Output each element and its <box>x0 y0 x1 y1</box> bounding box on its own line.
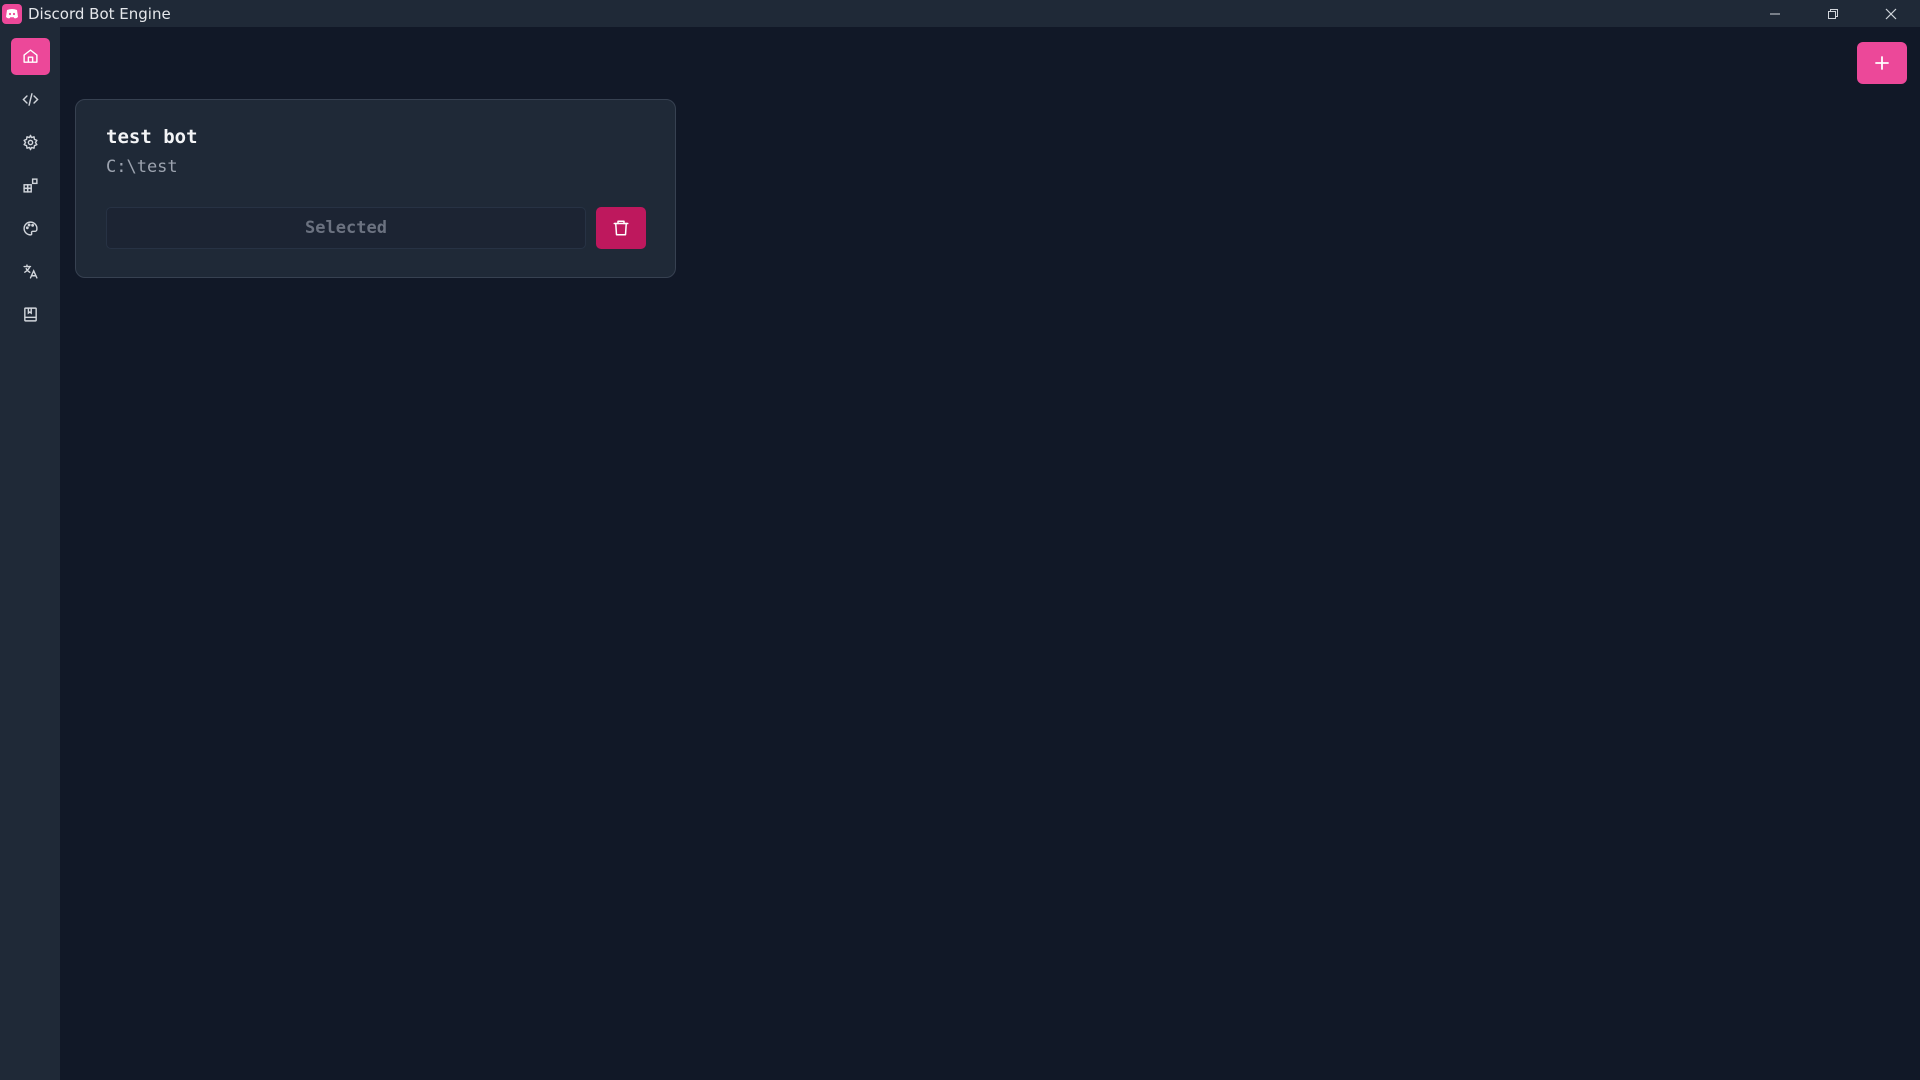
sidebar-item-language[interactable] <box>11 253 50 290</box>
restore-icon[interactable] <box>1804 0 1862 27</box>
code-icon <box>21 93 39 106</box>
discord-icon <box>2 3 22 24</box>
gear-icon <box>22 134 38 151</box>
add-bot-button[interactable] <box>1857 42 1907 84</box>
sidebar-item-home[interactable] <box>10 38 50 75</box>
trash-icon <box>613 220 629 236</box>
sidebar-item-extensions[interactable] <box>11 167 50 204</box>
window-title: Discord Bot Engine <box>28 4 171 23</box>
sidebar-item-theme[interactable] <box>11 210 50 247</box>
delete-bot-button[interactable] <box>596 207 646 249</box>
window-controls <box>1746 0 1920 27</box>
translate-icon <box>22 264 38 279</box>
sidebar <box>0 27 60 1080</box>
bot-path: C:\test <box>106 157 178 177</box>
palette-icon <box>22 221 38 236</box>
bot-name: test bot <box>106 126 198 148</box>
select-bot-button[interactable]: Selected <box>106 207 586 249</box>
plus-icon <box>1875 56 1889 70</box>
extensions-icon <box>22 178 38 193</box>
close-icon[interactable] <box>1862 0 1920 27</box>
minimize-icon[interactable] <box>1746 0 1804 27</box>
sidebar-item-code[interactable] <box>11 81 50 118</box>
sidebar-item-settings[interactable] <box>11 124 50 161</box>
home-icon <box>22 49 38 63</box>
title-bar: Discord Bot Engine <box>0 0 1920 27</box>
sidebar-item-docs[interactable] <box>11 296 50 333</box>
book-icon <box>23 307 37 322</box>
bot-card: test bot C:\test Selected <box>75 99 676 278</box>
